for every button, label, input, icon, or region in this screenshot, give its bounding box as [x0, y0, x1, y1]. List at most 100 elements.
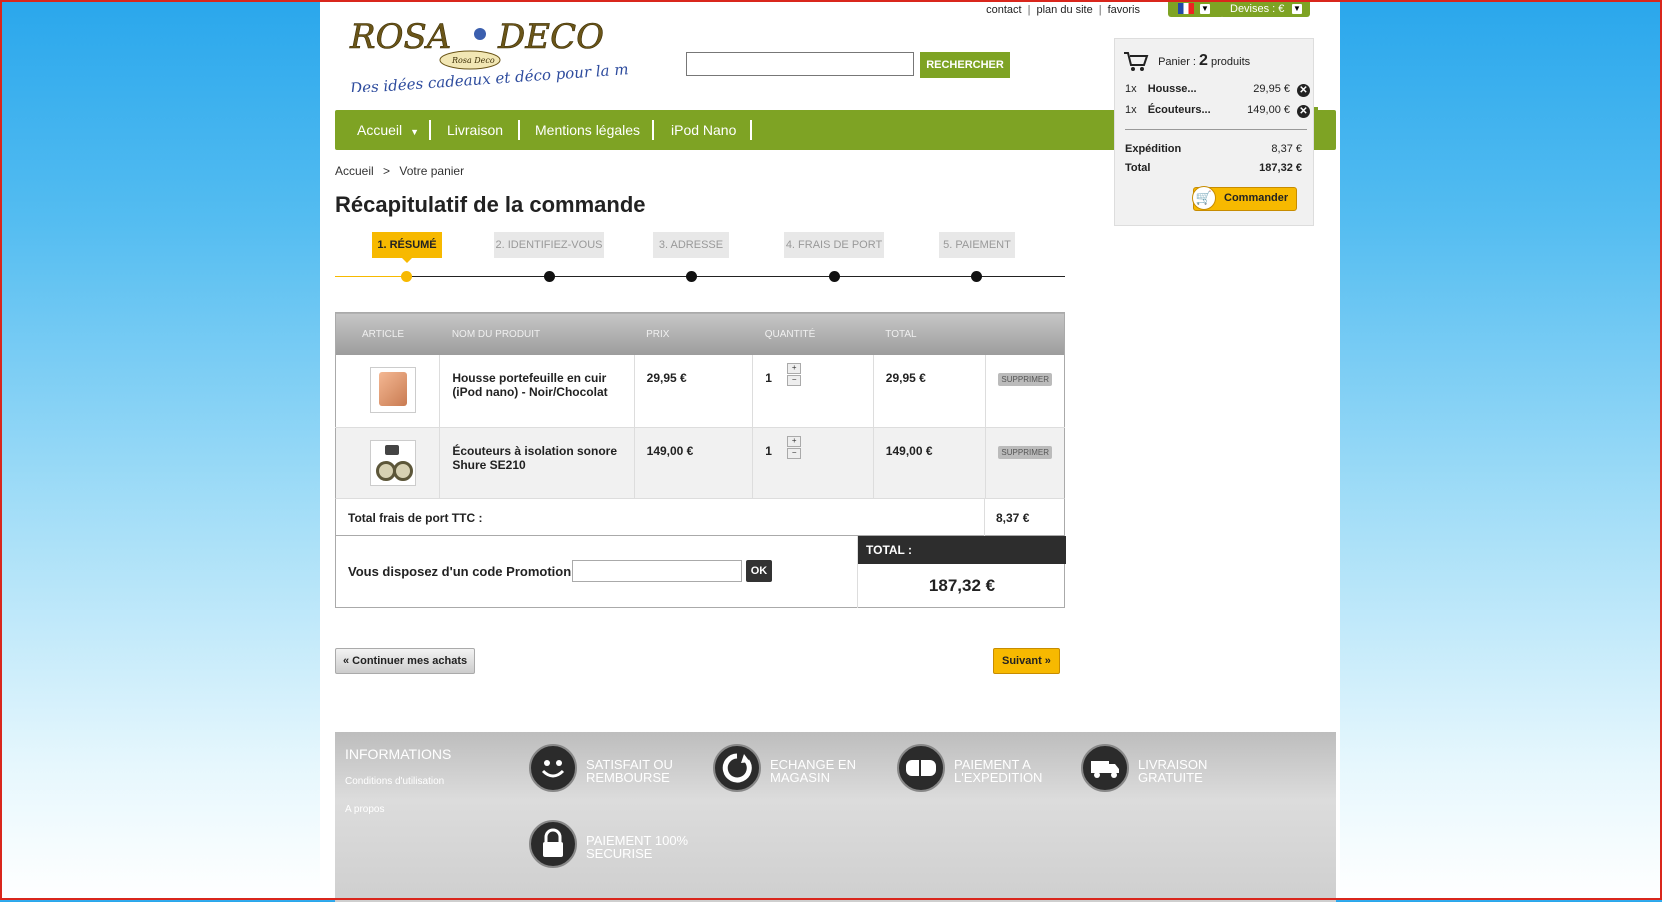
search-input[interactable] — [686, 52, 914, 76]
line-total: 149,00 € — [873, 427, 987, 501]
step-shipping: 4. FRAIS DE PORT — [784, 232, 884, 258]
promo-label: Vous disposez d'un code Promotion — [348, 564, 572, 579]
table-row: Écouteurs à isolation sonore Shure SE210… — [335, 427, 1065, 501]
shipping-row: Total frais de port TTC : 8,37 € — [335, 498, 1065, 537]
card-icon — [897, 744, 945, 792]
svg-text:ROSA: ROSA — [349, 17, 451, 57]
checkout-button[interactable]: 🛒 Commander — [1192, 186, 1297, 211]
currency-selector[interactable]: Devises : € ▼ — [1220, 2, 1310, 17]
cart-line-name[interactable]: Housse... — [1148, 83, 1197, 95]
step-dot — [971, 271, 982, 282]
minus-icon[interactable]: − — [787, 375, 802, 386]
feature-exchange: ECHANGE EN MAGASIN — [770, 757, 856, 785]
page: contact | plan du site | favoris ▼ Devises :… — [320, 2, 1340, 902]
step-dot — [829, 271, 840, 282]
footer: INFORMATIONS Conditions d'utilisation A … — [335, 732, 1336, 902]
remove-button[interactable]: SUPPRIMER — [998, 446, 1052, 459]
product-name[interactable]: Écouteurs à isolation sonore Shure SE210 — [439, 427, 635, 501]
step-identify: 2. IDENTIFIEZ-VOUS — [494, 232, 604, 258]
feature-secure-payment: PAIEMENT 100% SECURISE — [586, 833, 689, 861]
col-article: ARTICLE — [335, 312, 440, 355]
nav-item-accueil[interactable]: Accueil ▼ — [357, 110, 419, 150]
remove-icon[interactable]: ✕ — [1297, 84, 1310, 97]
sitemap-link[interactable]: plan du site — [1036, 4, 1092, 16]
svg-text:DECO: DECO — [497, 17, 604, 57]
search-button[interactable]: RECHERCHER — [920, 52, 1010, 78]
feature-free-delivery: LIVRAISON GRATUITE — [1138, 757, 1208, 785]
cart-label: Panier : — [1158, 55, 1196, 68]
lock-icon — [529, 820, 577, 868]
shipping-total-label: Total frais de port TTC : — [348, 511, 483, 525]
cart-unit: produits — [1211, 55, 1251, 68]
step-dot-active — [401, 271, 412, 282]
promo-row: Vous disposez d'un code Promotion OK TOT… — [335, 536, 1066, 608]
continue-shopping-button[interactable]: « Continuer mes achats — [335, 648, 476, 674]
cart-icon — [1124, 52, 1149, 71]
minus-icon[interactable]: − — [787, 448, 802, 459]
chevron-down-icon: ▼ — [410, 127, 420, 137]
cart-header[interactable]: Panier : 2 produits — [1123, 51, 1250, 73]
nav-item-livraison[interactable]: Livraison — [447, 110, 503, 150]
product-price: 29,95 € — [634, 355, 754, 428]
breadcrumb: Accueil > Votre panier — [335, 164, 465, 178]
step-address: 3. ADRESSE — [653, 232, 729, 258]
svg-text:Rosa Deco: Rosa Deco — [451, 56, 495, 65]
cart-block: Panier : 2 produits 1x Housse... 29,95 €… — [1114, 38, 1314, 226]
footer-info-title: INFORMATIONS — [345, 746, 452, 762]
promo-code-input[interactable] — [572, 560, 742, 582]
order-total: 187,32 € — [928, 576, 996, 595]
plus-icon[interactable]: + — [787, 436, 802, 447]
top-links: contact | plan du site | favoris — [986, 4, 1140, 16]
total-value: 187,32 € — [1259, 162, 1302, 174]
cart-line: 1x Écouteurs... 149,00 € ✕ — [1125, 104, 1310, 120]
french-flag-icon — [1178, 3, 1194, 14]
table-row: Housse portefeuille en cuir (iPod nano) … — [335, 355, 1065, 428]
truck-icon — [1081, 744, 1129, 792]
rosa-deco-logo[interactable]: ROSA DECO Rosa Deco Des idées cadeaux et… — [348, 12, 628, 92]
language-selector[interactable]: ▼ — [1168, 2, 1224, 17]
col-price: PRIX — [634, 312, 753, 355]
breadcrumb-current: Votre panier — [399, 164, 465, 178]
breadcrumb-home[interactable]: Accueil — [335, 164, 374, 178]
product-thumbnail[interactable] — [369, 440, 416, 486]
cart-line-name[interactable]: Écouteurs... — [1148, 104, 1211, 116]
shipping-value: 8,37 € — [1271, 143, 1302, 155]
total-label: Total — [1125, 162, 1151, 174]
nav-item-ipod[interactable]: iPod Nano — [671, 110, 736, 150]
cart-count: 2 — [1199, 51, 1208, 69]
step-resume: 1. RÉSUMÉ — [372, 232, 442, 258]
col-total: TOTAL — [873, 312, 986, 355]
currency-label: Devises : € — [1230, 3, 1285, 15]
cart-table: ARTICLE NOM DU PRODUIT PRIX QUANTITÉ TOT… — [335, 312, 1065, 501]
product-thumbnail[interactable] — [369, 367, 416, 413]
feature-satisfied: SATISFAIT OU REMBOURSE — [586, 757, 673, 785]
shipping-label: Expédition — [1125, 143, 1182, 155]
remove-button[interactable]: SUPPRIMER — [998, 373, 1052, 386]
plus-icon[interactable]: + — [787, 363, 802, 374]
quantity-value: 1 — [765, 371, 772, 385]
step-payment: 5. PAIEMENT — [939, 232, 1015, 258]
product-name[interactable]: Housse portefeuille en cuir (iPod nano) … — [439, 355, 635, 428]
col-qty: QUANTITÉ — [752, 312, 874, 355]
promo-ok-button[interactable]: OK — [746, 560, 772, 582]
contact-link[interactable]: contact — [986, 4, 1021, 16]
step-dot — [544, 271, 555, 282]
cart-line: 1x Housse... 29,95 € ✕ — [1125, 83, 1310, 99]
feature-payment-delivery: PAIEMENT A L'EXPEDITION — [954, 757, 1043, 785]
nav-item-mentions[interactable]: Mentions légales — [535, 110, 640, 150]
col-name: NOM DU PRODUIT — [439, 312, 635, 355]
footer-link-conditions[interactable]: Conditions d'utilisation — [345, 776, 444, 787]
refresh-icon — [713, 744, 761, 792]
step-dot — [686, 271, 697, 282]
smiley-icon — [529, 744, 577, 792]
quantity-value: 1 — [765, 444, 772, 458]
shipping-total-value: 8,37 € — [996, 511, 1030, 525]
next-button[interactable]: Suivant » — [993, 648, 1060, 674]
remove-icon[interactable]: ✕ — [1297, 105, 1310, 118]
checkout-steps: 1. RÉSUMÉ 2. IDENTIFIEZ-VOUS 3. ADRESSE … — [335, 232, 1065, 292]
line-total: 29,95 € — [873, 355, 987, 428]
dropdown-arrow-icon: ▼ — [1292, 4, 1302, 14]
total-label: TOTAL : — [858, 536, 1066, 564]
favorites-link[interactable]: favoris — [1108, 4, 1140, 16]
footer-link-about[interactable]: A propos — [345, 804, 384, 815]
